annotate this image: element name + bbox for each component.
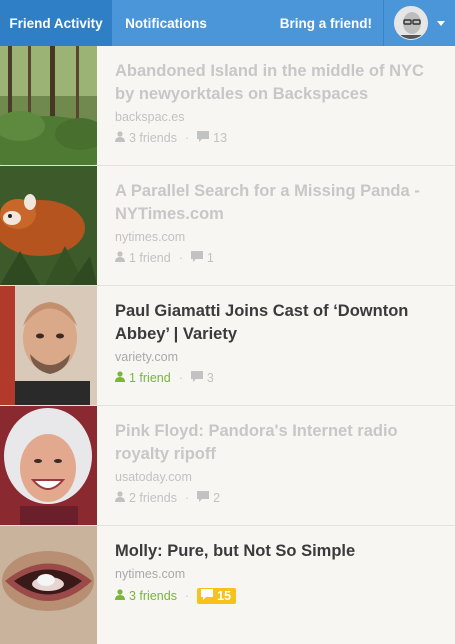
- list-item[interactable]: Abandoned Island in the middle of NYC by…: [0, 46, 455, 166]
- comments-count[interactable]: 1: [190, 251, 214, 265]
- header-divider: [383, 0, 384, 46]
- user-avatar[interactable]: [394, 6, 428, 40]
- speech-bubble-icon: [190, 251, 203, 265]
- article-domain: nytimes.com: [115, 230, 186, 244]
- article-title[interactable]: Abandoned Island in the middle of NYC by…: [115, 60, 435, 106]
- person-icon: [115, 371, 125, 385]
- friends-label: 3 friends: [129, 589, 177, 603]
- article-meta: 3 friends · 13: [115, 131, 435, 145]
- comments-label: 2: [213, 491, 221, 505]
- list-item[interactable]: A Parallel Search for a Missing Panda - …: [0, 166, 455, 286]
- tab-notifications[interactable]: Notifications: [112, 0, 220, 46]
- person-icon: [115, 491, 125, 505]
- separator-dot: ·: [184, 589, 190, 603]
- list-item[interactable]: Molly: Pure, but Not So Simple nytimes.c…: [0, 526, 455, 644]
- comments-count[interactable]: 13: [197, 131, 227, 145]
- man-portrait-thumbnail: [0, 286, 97, 405]
- article-domain: usatoday.com: [115, 470, 192, 484]
- comments-count[interactable]: 3: [190, 371, 214, 385]
- forest-thumbnail: [0, 46, 97, 165]
- article-meta: 3 friends · 15: [115, 588, 435, 604]
- article-meta: 2 friends · 2: [115, 491, 435, 505]
- list-item[interactable]: Pink Floyd: Pandora's Internet radio roy…: [0, 406, 455, 526]
- article-title[interactable]: Pink Floyd: Pandora's Internet radio roy…: [115, 420, 435, 466]
- woman-portrait-thumbnail: [0, 406, 97, 525]
- article-title[interactable]: Paul Giamatti Joins Cast of ‘Downton Abb…: [115, 300, 435, 346]
- friends-label: 3 friends: [129, 131, 177, 145]
- person-icon: [115, 251, 125, 265]
- account-menu-chevron-down-icon[interactable]: [437, 21, 445, 26]
- separator-dot: ·: [184, 491, 190, 505]
- top-bar: Friend Activity Notifications Bring a fr…: [0, 0, 455, 46]
- activity-list: Abandoned Island in the middle of NYC by…: [0, 46, 455, 644]
- friends-count[interactable]: 1 friend: [115, 371, 171, 385]
- person-icon: [115, 589, 125, 603]
- speech-bubble-icon: [201, 589, 214, 603]
- article-meta: 1 friend · 1: [115, 251, 435, 265]
- friends-label: 1 friend: [129, 371, 171, 385]
- friends-count[interactable]: 2 friends: [115, 491, 177, 505]
- speech-bubble-icon: [197, 131, 210, 145]
- tab-friend-activity[interactable]: Friend Activity: [0, 0, 112, 46]
- friends-count[interactable]: 3 friends: [115, 589, 177, 603]
- friends-count[interactable]: 3 friends: [115, 131, 177, 145]
- comments-label: 3: [206, 371, 214, 385]
- friends-label: 2 friends: [129, 491, 177, 505]
- speech-bubble-icon: [197, 491, 210, 505]
- article-domain: variety.com: [115, 350, 178, 364]
- red-panda-thumbnail: [0, 166, 97, 285]
- article-domain: nytimes.com: [115, 567, 186, 581]
- mouth-pill-thumbnail: [0, 526, 97, 644]
- comments-label: 1: [206, 251, 214, 265]
- friends-count[interactable]: 1 friend: [115, 251, 171, 265]
- separator-dot: ·: [178, 371, 183, 385]
- article-meta: 1 friend · 3: [115, 371, 435, 385]
- comments-label: 15: [217, 589, 232, 603]
- separator-dot: ·: [178, 251, 183, 265]
- comments-count-badge[interactable]: 15: [197, 588, 237, 604]
- avatar-photo: [395, 7, 427, 39]
- list-item[interactable]: Paul Giamatti Joins Cast of ‘Downton Abb…: [0, 286, 455, 406]
- person-icon: [115, 131, 125, 145]
- comments-label: 13: [213, 131, 228, 145]
- article-title[interactable]: A Parallel Search for a Missing Panda - …: [115, 180, 435, 226]
- article-title[interactable]: Molly: Pure, but Not So Simple: [115, 540, 435, 563]
- friends-label: 1 friend: [129, 251, 171, 265]
- speech-bubble-icon: [190, 371, 203, 385]
- comments-count[interactable]: 2: [197, 491, 220, 505]
- article-domain: backspac.es: [115, 110, 185, 124]
- separator-dot: ·: [184, 131, 190, 145]
- bring-a-friend-link[interactable]: Bring a friend!: [280, 0, 372, 46]
